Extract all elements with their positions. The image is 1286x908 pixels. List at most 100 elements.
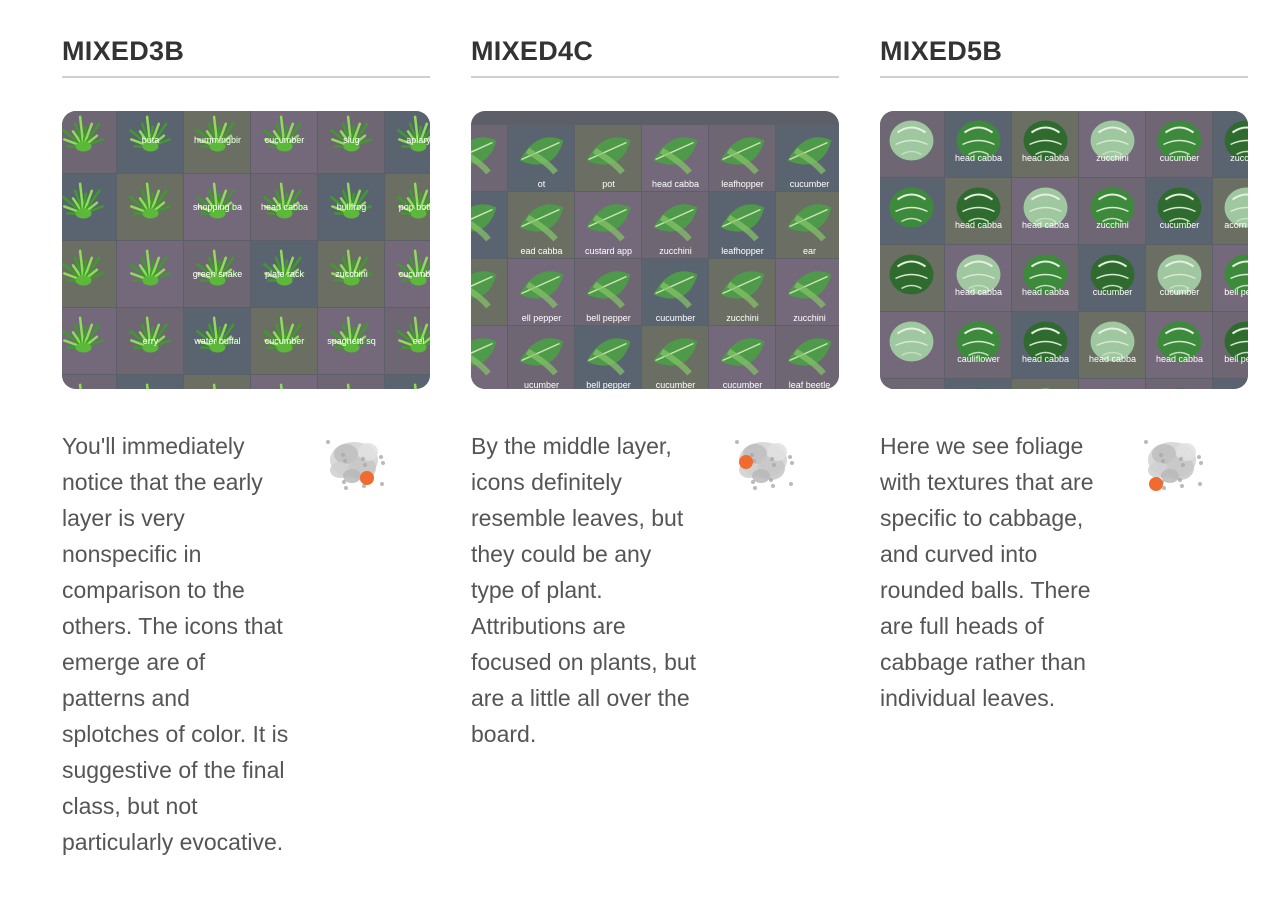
atlas-tile[interactable]: cucumber [776,125,839,191]
atlas-tile[interactable]: cucumber [1146,178,1212,244]
atlas-tile[interactable]: cucumber [385,241,430,307]
atlas-tile-label: head cabba [1022,354,1069,364]
atlas-tile-label: cucumber [1160,153,1200,163]
atlas-tile[interactable]: spaghetti sq [318,308,384,374]
atlas-overview-map[interactable] [727,428,799,505]
atlas-tile[interactable]: bell pepper [575,259,641,325]
atlas-tile[interactable]: cauliflower [945,312,1011,378]
atlas-tile[interactable]: bell pepper [1213,245,1248,311]
atlas-tile[interactable] [880,111,944,177]
atlas-tile[interactable] [880,178,944,244]
atlas-tile[interactable]: bell pepper [1213,312,1248,378]
atlas-tile[interactable] [318,375,384,389]
atlas-tile[interactable]: leafhopper [709,192,775,258]
atlas-tile[interactable] [251,375,317,389]
atlas-tile[interactable] [62,241,116,307]
atlas-tile[interactable]: zucchini [1079,111,1145,177]
atlas-tile[interactable]: head cabba [1012,178,1078,244]
atlas-tile[interactable]: zucchini [318,241,384,307]
atlas-tile-label: head cabba [955,153,1002,163]
atlas-tile[interactable]: custard app [575,192,641,258]
atlas-overview-map[interactable] [1136,428,1208,505]
atlas-tile[interactable] [117,241,183,307]
atlas-tile[interactable] [471,125,507,191]
atlas-tile[interactable]: zucchini [642,192,708,258]
atlas-tile[interactable]: zucchini [1079,178,1145,244]
atlas-tile[interactable]: head cabba [945,178,1011,244]
atlas-tile[interactable] [880,379,944,389]
atlas-tile[interactable]: head cabba [1146,312,1212,378]
atlas-tile-label: zucchini [726,313,759,323]
atlas-tile[interactable]: cucumber [1146,245,1212,311]
atlas-tile[interactable]: head cabba [1079,312,1145,378]
atlas-tile[interactable]: pot [575,125,641,191]
atlas-tile[interactable] [471,326,507,389]
atlas-tile[interactable]: cucumber [251,308,317,374]
atlas-tile[interactable] [117,375,183,389]
atlas-tile[interactable]: cucumber [1146,111,1212,177]
atlas-tile[interactable]: head cabba [251,174,317,240]
atlas-tile[interactable]: cucumber [709,326,775,389]
atlas-tile[interactable]: cucumber [642,326,708,389]
atlas-tile[interactable]: leaf beetle [776,326,839,389]
atlas-tile[interactable]: zucchini [776,259,839,325]
atlas-overview-map[interactable] [318,428,390,505]
atlas-tile[interactable]: head cabba [945,245,1011,311]
atlas-tile[interactable] [1213,379,1248,389]
atlas-tile[interactable]: ell pepper [508,259,574,325]
atlas-tile[interactable]: bell pepper [575,326,641,389]
atlas-tile[interactable]: erry [117,308,183,374]
atlas-tile-label: eel [412,336,424,346]
atlas-tile[interactable]: cucumber [251,111,317,173]
atlas-tile[interactable]: green snake [184,241,250,307]
atlas-tile[interactable]: ead cabba [508,192,574,258]
atlas-tile[interactable]: cucumber [1079,245,1145,311]
atlas-tile[interactable]: plate rack [251,241,317,307]
atlas-tile-label: head cabba [1022,220,1069,230]
atlas-tile[interactable]: cucumber [642,259,708,325]
atlas-tile[interactable] [880,245,944,311]
atlas-tile[interactable]: head cabba [642,125,708,191]
atlas-tile[interactable]: acorn squa [1213,178,1248,244]
atlas-tile[interactable] [62,308,116,374]
atlas-tile[interactable] [117,174,183,240]
atlas-tile[interactable] [945,379,1011,389]
activation-atlas-grid[interactable]: ot pot head cabba leafhopper cucumber cucumbe… [471,111,839,389]
atlas-tile[interactable] [1012,379,1078,389]
atlas-tile-label: custard app [585,246,632,256]
activation-atlas-grid[interactable]: butahummingbircucumberslugapiarystopwatc… [62,111,430,389]
atlas-tile[interactable]: ucumber [508,326,574,389]
atlas-tile[interactable]: buta [117,111,183,173]
atlas-tile[interactable]: leafhopper [709,125,775,191]
atlas-tile[interactable] [1079,379,1145,389]
atlas-tile[interactable] [62,174,116,240]
atlas-tile[interactable] [62,111,116,173]
atlas-tile[interactable]: slug [318,111,384,173]
atlas-tile[interactable] [385,375,430,389]
atlas-tile-label: cucumber [723,380,763,389]
atlas-tile[interactable] [471,192,507,258]
activation-atlas-grid[interactable]: head cabba head cabba zucchini cucumber zucc… [880,111,1248,389]
atlas-tile[interactable]: head cabba [1012,111,1078,177]
atlas-tile[interactable]: head cabba [945,111,1011,177]
atlas-tile[interactable]: shopping ba [184,174,250,240]
atlas-tile[interactable]: water buffal [184,308,250,374]
atlas-tile[interactable] [184,375,250,389]
atlas-tile[interactable] [62,375,116,389]
atlas-tile-label: green snake [193,269,243,279]
atlas-tile[interactable] [880,312,944,378]
atlas-tile[interactable] [471,259,507,325]
atlas-tile[interactable]: bullfrog [318,174,384,240]
atlas-tile[interactable]: ot [508,125,574,191]
atlas-tile[interactable]: hummingbir [184,111,250,173]
atlas-tile[interactable]: zucchini [1213,111,1248,177]
atlas-tile[interactable]: apiary [385,111,430,173]
atlas-tile[interactable]: ear [776,192,839,258]
atlas-tile[interactable]: pop bottle [385,174,430,240]
atlas-tile[interactable]: zucchini [709,259,775,325]
atlas-tile[interactable]: eel [385,308,430,374]
atlas-tile[interactable]: head cabba [1012,245,1078,311]
atlas-tile[interactable] [1146,379,1212,389]
layer-title: MIXED5B [880,36,1003,66]
atlas-tile[interactable]: head cabba [1012,312,1078,378]
